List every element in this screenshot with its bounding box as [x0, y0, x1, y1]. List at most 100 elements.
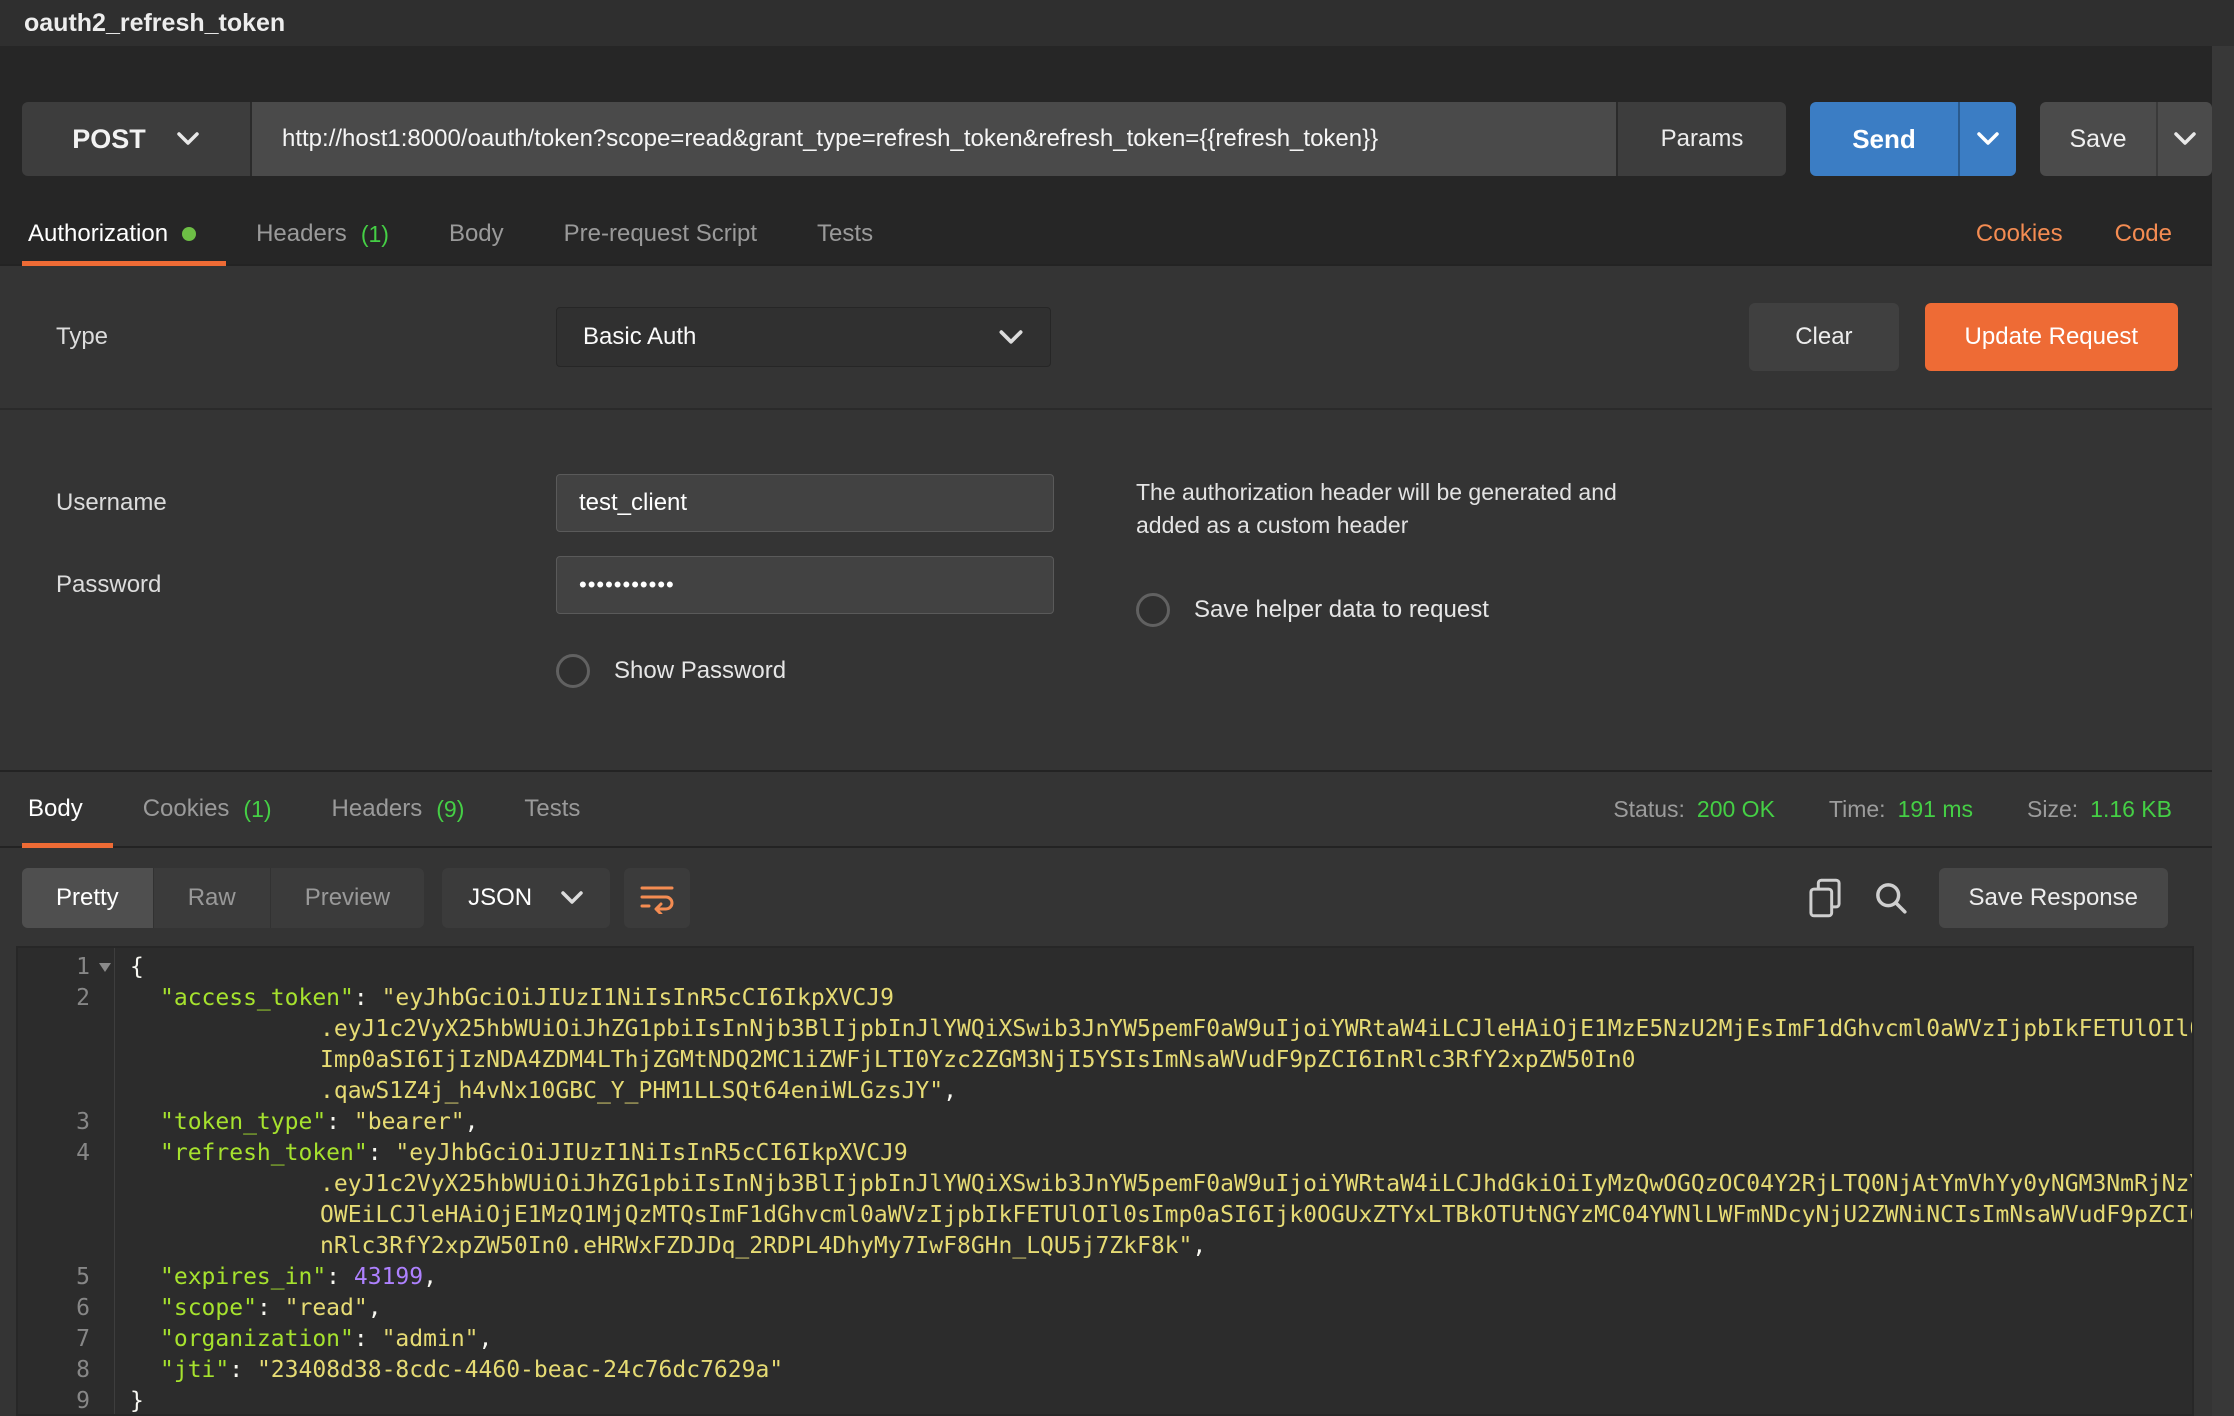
request-tab-headers[interactable]: Headers (1) [226, 204, 419, 264]
request-tab-body[interactable]: Body [419, 204, 534, 264]
meta-label: Time: [1829, 796, 1886, 823]
code-line: .eyJ1c2VyX25hbWUiOiJhZG1pbiIsInNjb3BlIjp… [18, 1014, 2192, 1045]
tab-count: (9) [436, 796, 464, 823]
token-punct: , [479, 1326, 493, 1352]
update-request-button[interactable]: Update Request [1925, 303, 2178, 371]
request-tabs-row: Authorization Headers (1) BodyPre-request S… [0, 204, 2234, 266]
password-field[interactable] [556, 556, 1054, 614]
line-number[interactable] [18, 1200, 114, 1231]
request-tab-tests[interactable]: Tests [787, 204, 903, 264]
url-input[interactable] [252, 102, 1616, 176]
code-text: OWEiLCJleHAiOjE1MzQ1MjQzMTQsImF1dGhvcml0… [114, 1200, 2194, 1231]
scrollbar[interactable] [2212, 46, 2234, 1416]
line-number[interactable]: 8 [18, 1355, 114, 1386]
chevron-down-icon [560, 891, 584, 905]
cookies-link[interactable]: Cookies [1976, 220, 2063, 248]
tab-label: Headers [256, 220, 347, 248]
response-meta: Status:200 OKTime:191 msSize:1.16 KB [1613, 772, 2234, 846]
save-helper-checkbox[interactable] [1136, 593, 1170, 627]
send-options-button[interactable] [1958, 102, 2016, 176]
line-number[interactable]: 4 [18, 1138, 114, 1169]
request-tab-authorization[interactable]: Authorization [22, 204, 226, 264]
code-lines: 1{2"access_token": "eyJhbGciOiJIUzI1NiIs… [18, 948, 2192, 1416]
save-helper-label: Save helper data to request [1194, 596, 1489, 624]
line-number-text: 9 [76, 1388, 90, 1414]
token-string: "bearer" [354, 1109, 465, 1135]
response-tab-cookies[interactable]: Cookies(1) [113, 772, 302, 846]
meta-value: 191 ms [1898, 796, 1973, 823]
token-string: OWEiLCJleHAiOjE1MzQ1MjQzMTQsImF1dGhvcml0… [320, 1202, 2194, 1228]
save-button[interactable]: Save [2040, 102, 2156, 176]
params-button[interactable]: Params [1616, 102, 1786, 176]
response-tab-tests[interactable]: Tests [494, 772, 610, 846]
code-line: 8 "jti": "23408d38-8cdc-4460-beac-24c76dc… [18, 1355, 2192, 1386]
token-string: "eyJhbGciOiJIUzI1NiIsInR5cCI6IkpXVCJ9 [382, 985, 894, 1011]
code-text: "expires_in": 43199, [114, 1262, 437, 1293]
token-key: "expires_in" [160, 1264, 326, 1290]
request-tab-pre-request-script[interactable]: Pre-request Script [534, 204, 787, 264]
code-text: { [114, 952, 144, 983]
save-response-button[interactable]: Save Response [1939, 868, 2168, 928]
username-field[interactable] [556, 474, 1054, 532]
show-password-checkbox[interactable] [556, 654, 590, 688]
line-number[interactable]: 1 [18, 952, 114, 983]
code-link[interactable]: Code [2115, 220, 2172, 248]
request-bar: POST Params Send Save [22, 102, 2212, 176]
code-text: .eyJ1c2VyX25hbWUiOiJhZG1pbiIsInNjb3BlIjp… [114, 1169, 2194, 1200]
line-number[interactable] [18, 1045, 114, 1076]
line-number[interactable]: 2 [18, 983, 114, 1014]
token-string: "read" [285, 1295, 368, 1321]
view-mode-raw[interactable]: Raw [153, 868, 270, 928]
line-number[interactable] [18, 1169, 114, 1200]
auth-type-dropdown[interactable]: Basic Auth [556, 307, 1051, 367]
line-number[interactable] [18, 1014, 114, 1045]
line-number[interactable]: 6 [18, 1293, 114, 1324]
method-dropdown[interactable]: POST [22, 102, 252, 176]
copy-button[interactable] [1807, 878, 1843, 918]
line-number-text: 8 [76, 1357, 90, 1383]
response-tab-body[interactable]: Body [22, 772, 113, 846]
line-number[interactable]: 9 [18, 1386, 114, 1416]
token-string: "eyJhbGciOiJIUzI1NiIsInR5cCI6IkpXVCJ9 [395, 1140, 907, 1166]
token-punct: : [354, 1326, 382, 1352]
code-text: "jti": "23408d38-8cdc-4460-beac-24c76dc7… [114, 1355, 783, 1386]
line-number[interactable]: 7 [18, 1324, 114, 1355]
save-options-button[interactable] [2156, 102, 2212, 176]
code-text: .qawS1Z4j_h4vNx10GBC_Y_PHM1LLSQt64eniWLG… [114, 1076, 957, 1107]
send-button[interactable]: Send [1810, 102, 1958, 176]
line-number[interactable] [18, 1231, 114, 1262]
chevron-down-icon [2173, 132, 2197, 146]
line-number[interactable] [18, 1076, 114, 1107]
response-meta-item: Time: 191 ms [1829, 796, 1973, 823]
word-wrap-button[interactable] [624, 868, 690, 928]
clear-button[interactable]: Clear [1749, 303, 1898, 371]
credentials-fields: Username Password Show Password [56, 474, 1136, 688]
line-number[interactable]: 5 [18, 1262, 114, 1293]
token-number: 43199 [354, 1264, 423, 1290]
send-button-group: Send [1810, 102, 2016, 176]
copy-icon [1807, 878, 1843, 918]
token-punct: , [423, 1264, 437, 1290]
view-mode-pretty[interactable]: Pretty [22, 868, 153, 928]
search-button[interactable] [1873, 880, 1909, 916]
tab-count: (1) [243, 796, 271, 823]
meta-value: 1.16 KB [2090, 796, 2172, 823]
response-body-viewer[interactable]: 1{2"access_token": "eyJhbGciOiJIUzI1NiIs… [16, 946, 2194, 1416]
code-line: 1{ [18, 952, 2192, 983]
line-number[interactable]: 3 [18, 1107, 114, 1138]
format-dropdown[interactable]: JSON [442, 868, 610, 928]
code-text: "access_token": "eyJhbGciOiJIUzI1NiIsInR… [114, 983, 894, 1014]
code-line: 2"access_token": "eyJhbGciOiJIUzI1NiIsIn… [18, 983, 2192, 1014]
view-mode-preview[interactable]: Preview [270, 868, 424, 928]
tab-count: (1) [361, 221, 389, 248]
word-wrap-icon [638, 882, 676, 914]
chevron-down-icon [998, 330, 1024, 345]
fold-caret-icon[interactable] [99, 963, 111, 972]
token-punct: : [326, 1109, 354, 1135]
response-tab-headers[interactable]: Headers(9) [302, 772, 495, 846]
token-punct: : [326, 1264, 354, 1290]
code-line: 4"refresh_token": "eyJhbGciOiJIUzI1NiIsI… [18, 1138, 2192, 1169]
token-key: "jti" [160, 1357, 229, 1383]
titlebar: oauth2_refresh_token [0, 0, 2234, 46]
meta-value: 200 OK [1697, 796, 1775, 823]
